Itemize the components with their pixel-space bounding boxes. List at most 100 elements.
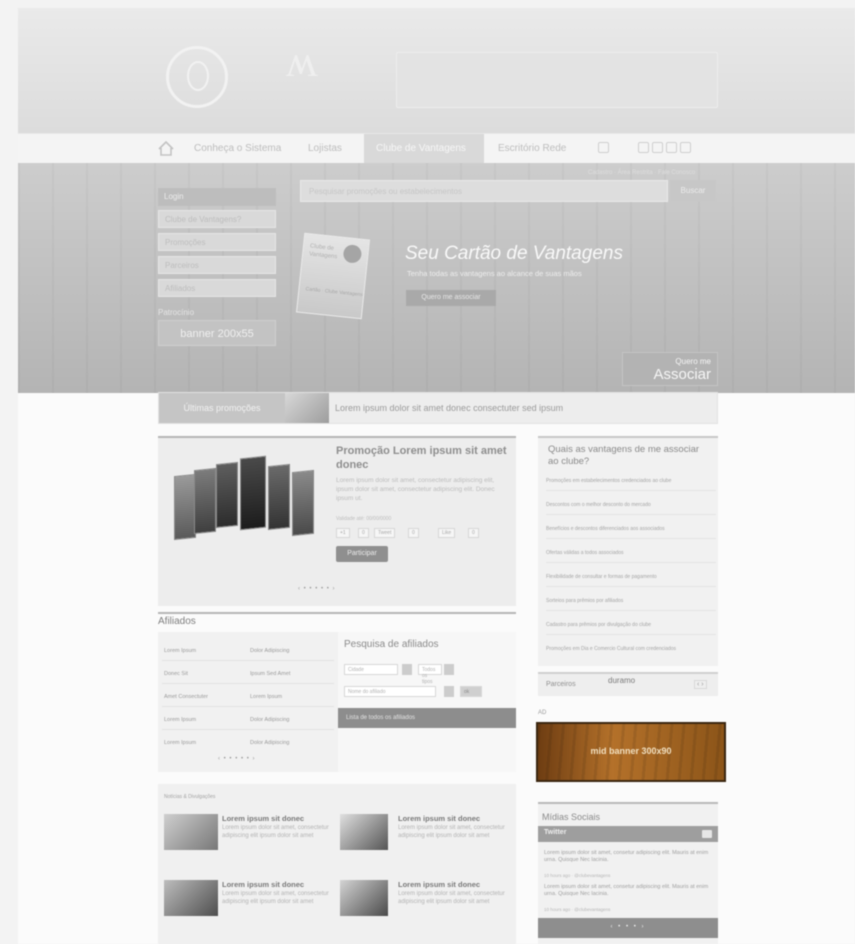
affiliate-link[interactable]: Lorem Ipsum — [164, 648, 196, 654]
linkedin-icon[interactable] — [666, 142, 677, 153]
sponsor-label: Patrocínio — [158, 308, 195, 317]
promotion-headline[interactable]: Lorem ipsum dolor sit amet donec consect… — [335, 403, 563, 413]
affiliate-link[interactable]: Dolor Adipiscing — [250, 717, 289, 723]
benefit-item[interactable]: Flexibilidade de consultar e formas de p… — [546, 574, 716, 587]
affiliates-divider — [158, 612, 516, 614]
sidebar-link-afiliados[interactable]: Afiliados — [158, 279, 276, 297]
all-affiliates-button[interactable]: Lista de todos os afiliados — [338, 708, 516, 728]
join-button[interactable]: Quero me associar — [406, 290, 496, 306]
affiliate-link[interactable]: Dolor Adipiscing — [250, 740, 289, 746]
rss-icon[interactable] — [680, 142, 691, 153]
benefit-item[interactable]: Promoções em Dia e Comercio Cultural com… — [546, 646, 716, 658]
latest-promotions-strip: Últimas promoções Lorem ipsum dolor sit … — [158, 392, 718, 424]
affiliate-link[interactable]: Lorem Ipsum — [164, 740, 196, 746]
city-select[interactable]: Cidade — [344, 664, 398, 675]
news-title[interactable]: Lorem ipsum sit donec — [398, 814, 480, 823]
facebook-icon[interactable] — [638, 142, 649, 153]
row-divider — [162, 660, 334, 661]
sidebar-header: Login — [158, 188, 276, 206]
affiliates-pagination[interactable]: ‹ • • • • • › — [218, 756, 256, 762]
logo-mark: ʍ — [286, 37, 318, 86]
nav-item-escritorio[interactable]: Escritório Rede — [498, 143, 566, 154]
associate-button[interactable]: Quero me Associar — [622, 352, 718, 386]
news-thumbnail[interactable] — [340, 880, 388, 916]
nav-item-clube-vantagens[interactable]: Clube de Vantagens — [364, 134, 484, 164]
benefit-item[interactable]: Ofertas válidas a todos associados — [546, 550, 716, 563]
benefit-item[interactable]: Promoções em estabelecimentos credenciad… — [546, 478, 716, 491]
top-links[interactable]: Cadastro · Área Restrita · Fale Conosco — [588, 170, 695, 176]
mid-banner-text: mid banner 300x90 — [590, 746, 672, 756]
affiliate-link[interactable]: Lorem Ipsum — [164, 717, 196, 723]
row-divider — [162, 683, 334, 684]
tweet-meta[interactable]: 10 hours ago · @clubevantagens — [544, 907, 610, 912]
promotion-validity: Validade até: 00/00/0000 — [336, 516, 392, 522]
sponsor-banner[interactable]: banner 200x55 — [158, 320, 276, 346]
participate-button[interactable]: Participar — [336, 546, 388, 562]
like-count: 0 — [468, 528, 479, 538]
like-button[interactable]: Like — [438, 528, 456, 538]
news-thumbnail[interactable] — [164, 880, 218, 916]
site-header: ʍ — [18, 8, 855, 133]
affiliate-link[interactable]: Lorem Ipsum — [250, 694, 282, 700]
affiliate-search-go[interactable]: ok — [460, 686, 482, 697]
twitter-icon[interactable] — [652, 142, 663, 153]
affiliate-link[interactable]: Dolor Adipiscing — [250, 648, 289, 654]
affiliate-link[interactable]: Amet Consectuter — [164, 694, 208, 700]
tweet-text: Lorem ipsum dolor sit amet, consetur adi… — [544, 850, 709, 863]
twitter-icon[interactable] — [702, 830, 712, 838]
news-title[interactable]: Lorem ipsum sit donec — [398, 880, 480, 889]
promotion-title[interactable]: Promoção Lorem ipsum sit amet donec — [336, 444, 508, 472]
nav-item-lojistas[interactable]: Lojistas — [308, 143, 342, 154]
nav-item-inicio[interactable]: Conheça o Sistema — [194, 143, 281, 154]
partners-arrows[interactable]: ‹ › — [694, 680, 707, 689]
sidebar-link-clube[interactable]: Clube de Vantagens? — [158, 210, 276, 228]
site-logo[interactable] — [166, 46, 228, 108]
home-icon[interactable] — [158, 141, 174, 156]
social-pagination[interactable]: ‹ • • • › — [538, 918, 718, 938]
affiliate-link[interactable]: Ipsum Sed Amet — [250, 671, 290, 677]
affiliate-search-title: Pesquisa de afiliados — [344, 639, 439, 650]
tweet-meta[interactable]: 10 hours ago · @clubevantagens — [544, 873, 610, 878]
news-title[interactable]: Lorem ipsum sit donec — [222, 880, 304, 889]
website-page: ʍ Conheça o Sistema Lojistas Clube de Va… — [18, 8, 855, 944]
partner-logo[interactable]: duramo — [608, 676, 635, 685]
affiliates-title: Afiliados — [158, 616, 196, 627]
tweet-text: Lorem ipsum dolor sit amet, consetur adi… — [544, 884, 709, 897]
chevron-down-icon[interactable] — [402, 664, 412, 675]
social-media-title: Mídias Sociais — [542, 812, 601, 822]
search-button[interactable]: Buscar — [670, 180, 716, 202]
sidebar-link-promocoes[interactable]: Promoções — [158, 233, 276, 251]
news-title[interactable]: Lorem ipsum sit donec — [222, 814, 304, 823]
news-excerpt: Lorem ipsum dolor sit amet, consectetur … — [398, 891, 505, 905]
affiliate-link[interactable]: Donec Sit — [164, 671, 188, 677]
search-icon[interactable] — [598, 142, 609, 153]
membership-card-image: Clube de Vantagens Cartão · Clube Vantage… — [295, 232, 371, 320]
benefit-item[interactable]: Benefícios e descontos diferenciados aos… — [546, 526, 716, 539]
benefit-item[interactable]: Cadastro para prêmios por divulgação do … — [546, 622, 716, 635]
news-excerpt: Lorem ipsum dolor sit amet, consectetur … — [398, 825, 505, 839]
twitter-header[interactable]: Twitter — [538, 826, 718, 842]
sidebar-link-parceiros[interactable]: Parceiros — [158, 256, 276, 274]
card-bottom-text: Cartão · Clube Vantagens — [305, 286, 363, 299]
page-background: ʍ Conheça o Sistema Lojistas Clube de Va… — [0, 0, 855, 944]
benefit-item[interactable]: Sorteios para prêmios por afiliados — [546, 598, 716, 611]
news-thumbnail[interactable] — [340, 814, 388, 850]
associate-line-2: Associar — [653, 366, 711, 383]
news-excerpt: Lorem ipsum dolor sit amet, consectetur … — [222, 825, 329, 839]
carousel-pagination[interactable]: ‹ • • • • • › — [298, 586, 336, 592]
latest-promotions-label: Últimas promoções — [159, 393, 285, 423]
promotion-thumbnail[interactable] — [285, 393, 329, 423]
search-input[interactable]: Pesquisar promoções ou estabelecimentos — [300, 180, 668, 202]
gplus-button[interactable]: +1 — [336, 528, 350, 538]
chevron-down-icon[interactable] — [444, 664, 454, 675]
tweet-button[interactable]: Tweet — [374, 528, 396, 538]
product-image[interactable] — [166, 453, 326, 541]
mid-banner-ad[interactable]: mid banner 300x90 — [536, 722, 726, 782]
affiliate-name-input[interactable]: Nome do afiliado — [344, 686, 436, 697]
header-banner[interactable] — [396, 52, 718, 108]
type-select[interactable]: Todos os tipos — [418, 664, 442, 685]
news-panel — [158, 784, 516, 944]
news-thumbnail[interactable] — [164, 814, 218, 850]
benefit-item[interactable]: Descontos com o melhor desconto do merca… — [546, 502, 716, 515]
chevron-down-icon[interactable] — [444, 686, 454, 697]
